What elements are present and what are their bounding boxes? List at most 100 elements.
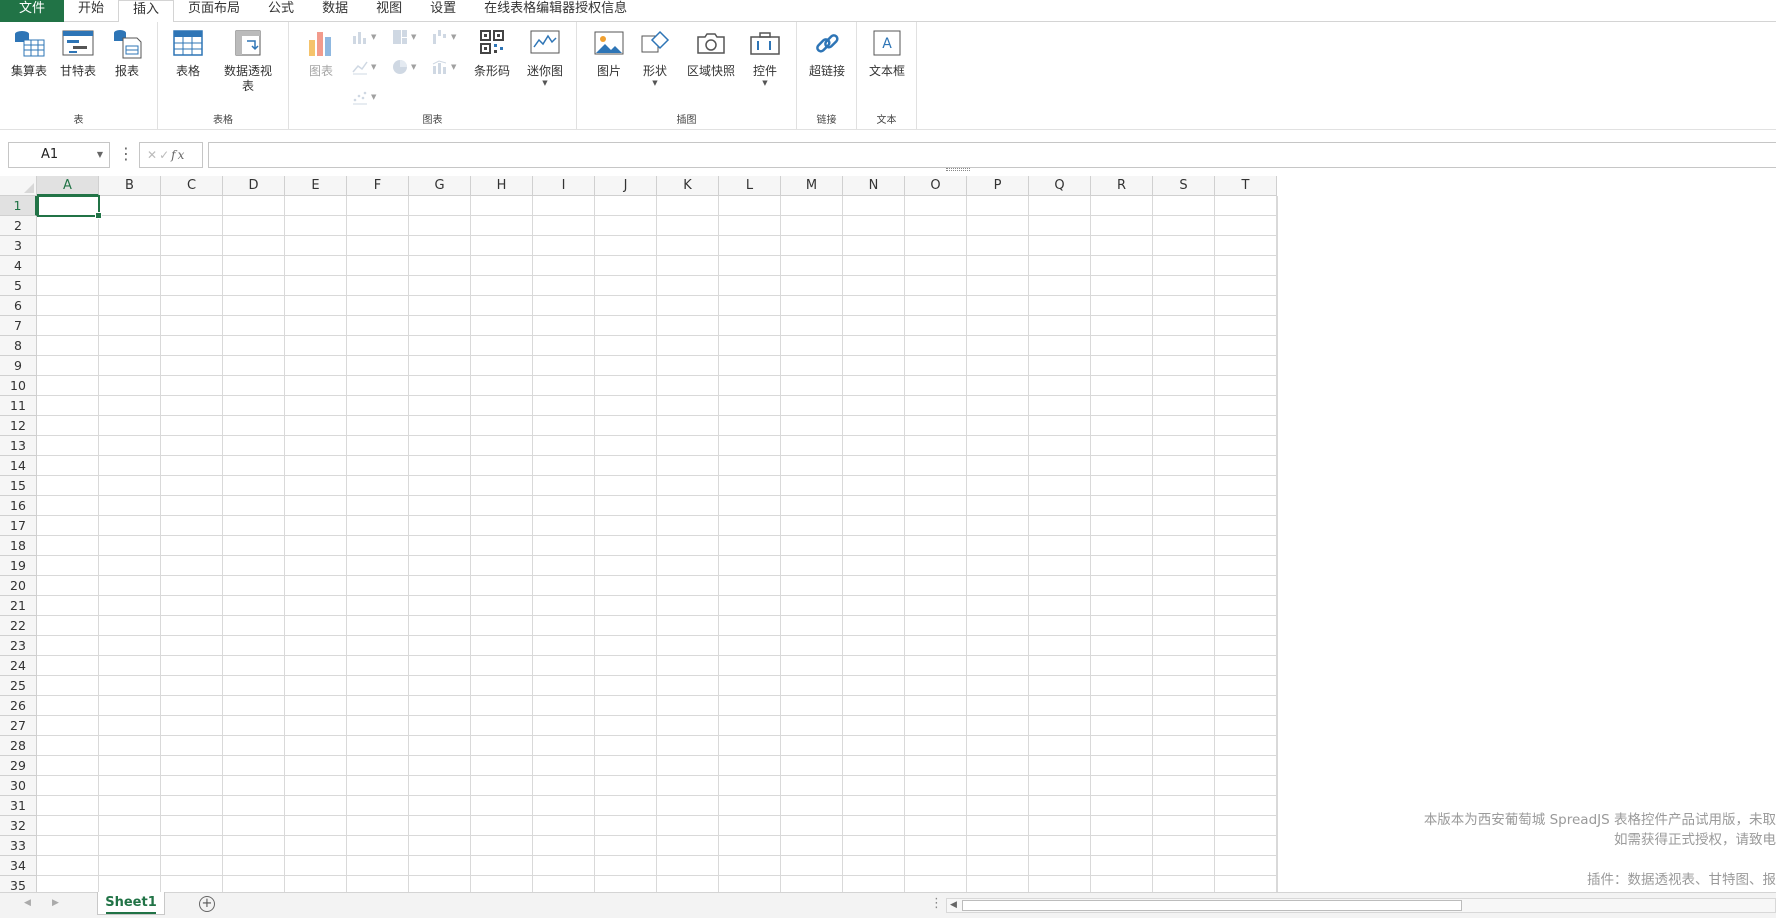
- tab-view[interactable]: 视图: [362, 0, 416, 22]
- tab-license-info[interactable]: 在线表格编辑器授权信息: [470, 0, 641, 22]
- row-header[interactable]: 33: [0, 836, 37, 856]
- report-sheet-button[interactable]: 集算表: [8, 28, 50, 79]
- insert-function-button[interactable]: fx: [171, 148, 186, 162]
- tab-formulas[interactable]: 公式: [254, 0, 308, 22]
- row-header[interactable]: 12: [0, 416, 37, 436]
- report-button[interactable]: 报表: [110, 28, 144, 79]
- row-header[interactable]: 13: [0, 436, 37, 456]
- row-header[interactable]: 25: [0, 676, 37, 696]
- row-header[interactable]: 9: [0, 356, 37, 376]
- row-header[interactable]: 26: [0, 696, 37, 716]
- formula-bar-resize-handle[interactable]: [946, 168, 970, 171]
- formula-input[interactable]: [208, 142, 1776, 168]
- row-header[interactable]: 30: [0, 776, 37, 796]
- pie-chart-dropdown[interactable]: ▼: [391, 58, 416, 76]
- row-header[interactable]: 22: [0, 616, 37, 636]
- chart-button[interactable]: 图表: [303, 28, 339, 79]
- row-header[interactable]: 10: [0, 376, 37, 396]
- column-header[interactable]: I: [533, 176, 595, 196]
- table-button[interactable]: 表格: [170, 28, 206, 79]
- row-header[interactable]: 4: [0, 256, 37, 276]
- row-header[interactable]: 34: [0, 856, 37, 876]
- row-header[interactable]: 15: [0, 476, 37, 496]
- tab-home[interactable]: 开始: [64, 0, 118, 22]
- column-header[interactable]: B: [99, 176, 161, 196]
- column-header[interactable]: F: [347, 176, 409, 196]
- scrollbar-thumb[interactable]: [962, 900, 1462, 911]
- row-header[interactable]: 3: [0, 236, 37, 256]
- row-header[interactable]: 17: [0, 516, 37, 536]
- column-header[interactable]: G: [409, 176, 471, 196]
- row-header[interactable]: 28: [0, 736, 37, 756]
- row-header[interactable]: 35: [0, 876, 37, 892]
- row-header[interactable]: 16: [0, 496, 37, 516]
- row-header[interactable]: 11: [0, 396, 37, 416]
- tab-data[interactable]: 数据: [308, 0, 362, 22]
- row-header[interactable]: 8: [0, 336, 37, 356]
- gantt-button[interactable]: 甘特表: [57, 28, 99, 79]
- row-header[interactable]: 7: [0, 316, 37, 336]
- sparkline-button[interactable]: 迷你图 ▼: [525, 28, 565, 87]
- row-header[interactable]: 19: [0, 556, 37, 576]
- row-header[interactable]: 27: [0, 716, 37, 736]
- hierarchy-chart-dropdown[interactable]: ▼: [391, 28, 416, 46]
- control-button[interactable]: 控件 ▼: [747, 28, 783, 87]
- picture-button[interactable]: 图片: [591, 28, 627, 79]
- scroll-left-icon[interactable]: ◀: [950, 899, 957, 912]
- column-header[interactable]: O: [905, 176, 967, 196]
- barcode-button[interactable]: 条形码: [472, 28, 512, 79]
- hyperlink-button[interactable]: 超链接: [807, 28, 847, 79]
- column-header[interactable]: K: [657, 176, 719, 196]
- row-header[interactable]: 29: [0, 756, 37, 776]
- column-header[interactable]: L: [719, 176, 781, 196]
- column-header[interactable]: E: [285, 176, 347, 196]
- scatter-chart-dropdown[interactable]: ▼: [351, 88, 376, 106]
- tab-page-layout[interactable]: 页面布局: [174, 0, 254, 22]
- tab-insert[interactable]: 插入: [118, 0, 175, 23]
- row-header[interactable]: 6: [0, 296, 37, 316]
- cancel-icon[interactable]: ✕: [147, 148, 159, 162]
- row-header[interactable]: 1: [0, 196, 37, 216]
- combo-chart-dropdown[interactable]: ▼: [431, 58, 456, 76]
- textbox-button[interactable]: A 文本框: [865, 28, 909, 79]
- line-chart-dropdown[interactable]: ▼: [351, 58, 376, 76]
- check-icon[interactable]: ✓: [159, 148, 171, 162]
- tab-settings[interactable]: 设置: [416, 0, 470, 22]
- column-header[interactable]: P: [967, 176, 1029, 196]
- sheet-tab[interactable]: Sheet1: [97, 892, 165, 915]
- shape-button[interactable]: 形状 ▼: [637, 28, 673, 87]
- row-header[interactable]: 23: [0, 636, 37, 656]
- chevron-down-icon[interactable]: ▼: [97, 143, 103, 167]
- row-header[interactable]: 14: [0, 456, 37, 476]
- row-header[interactable]: 2: [0, 216, 37, 236]
- horizontal-scrollbar[interactable]: ◀: [946, 898, 1776, 913]
- row-header[interactable]: 21: [0, 596, 37, 616]
- row-header[interactable]: 31: [0, 796, 37, 816]
- column-header[interactable]: H: [471, 176, 533, 196]
- scroll-left-icon[interactable]: ◀: [24, 898, 31, 908]
- select-all-corner[interactable]: [0, 176, 37, 196]
- pivot-table-button[interactable]: 数据透视表: [220, 28, 276, 94]
- column-header[interactable]: D: [223, 176, 285, 196]
- waterfall-chart-dropdown[interactable]: ▼: [431, 28, 456, 46]
- row-header[interactable]: 18: [0, 536, 37, 556]
- column-header[interactable]: C: [161, 176, 223, 196]
- add-sheet-button[interactable]: +: [199, 896, 215, 912]
- splitter-handle-icon[interactable]: ⋮: [930, 896, 943, 911]
- column-header[interactable]: T: [1215, 176, 1277, 196]
- row-header[interactable]: 24: [0, 656, 37, 676]
- column-chart-dropdown[interactable]: ▼: [351, 28, 376, 46]
- column-header[interactable]: J: [595, 176, 657, 196]
- name-box[interactable]: A1 ▼: [8, 142, 110, 168]
- column-header[interactable]: R: [1091, 176, 1153, 196]
- column-header[interactable]: A: [37, 176, 99, 196]
- more-options-icon[interactable]: ⋮: [118, 143, 134, 165]
- column-header[interactable]: S: [1153, 176, 1215, 196]
- camera-button[interactable]: 区域快照: [685, 28, 737, 79]
- active-cell-a1[interactable]: [37, 195, 102, 219]
- row-header[interactable]: 20: [0, 576, 37, 596]
- scroll-right-icon[interactable]: ▶: [52, 898, 59, 908]
- row-header[interactable]: 5: [0, 276, 37, 296]
- column-header[interactable]: Q: [1029, 176, 1091, 196]
- row-header[interactable]: 32: [0, 816, 37, 836]
